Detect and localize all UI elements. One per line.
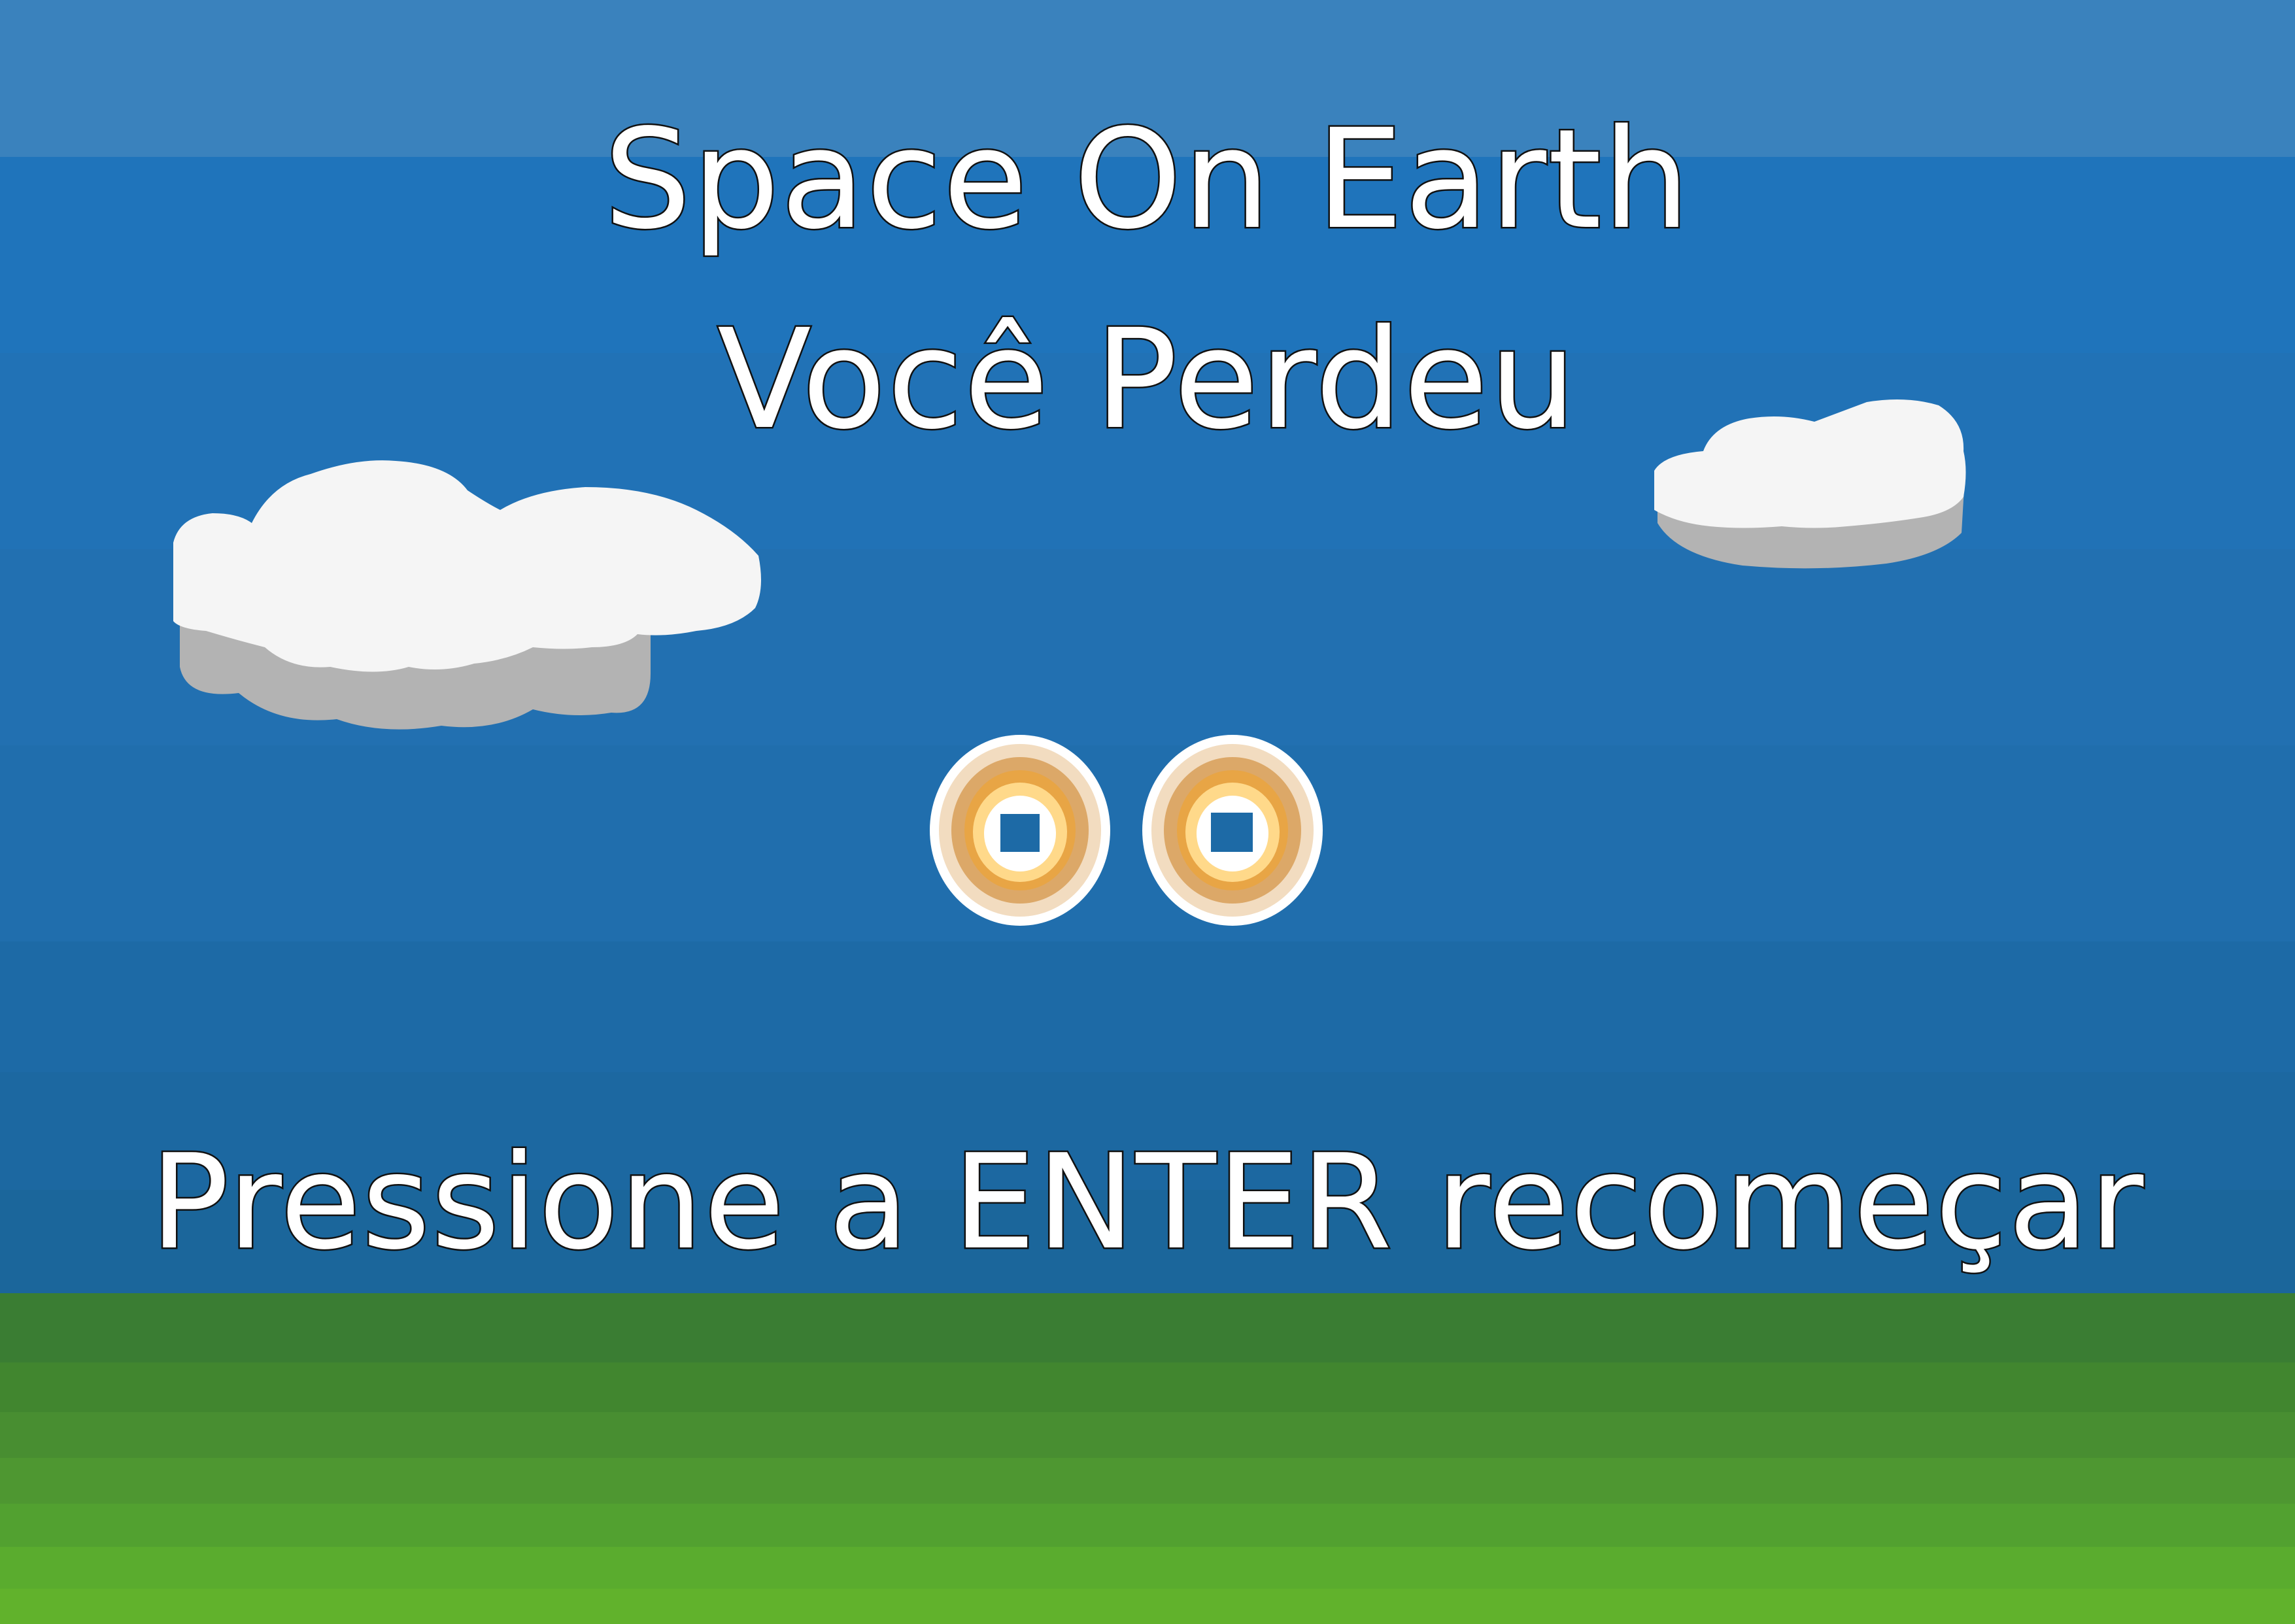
- grass-band: [0, 1362, 2295, 1412]
- grass-band: [0, 1293, 2295, 1362]
- cloud-large-icon: [173, 460, 761, 730]
- grass-band: [0, 1589, 2295, 1624]
- game-screen[interactable]: Space On Earth Você Perdeu Pressione a E…: [0, 0, 2295, 1624]
- grass-band: [0, 1412, 2295, 1458]
- game-over-status: Você Perdeu: [716, 299, 1578, 460]
- grass-band: [0, 1458, 2295, 1504]
- restart-prompt: Pressione a ENTER recomeçar: [148, 1126, 2145, 1279]
- game-title: Space On Earth: [602, 99, 1692, 260]
- sky-band: [0, 941, 2295, 1072]
- grass-band: [0, 1504, 2295, 1547]
- ring-coin-icon: [930, 735, 1110, 926]
- grass-band: [0, 1547, 2295, 1589]
- ring-coin-icon: [1142, 735, 1323, 926]
